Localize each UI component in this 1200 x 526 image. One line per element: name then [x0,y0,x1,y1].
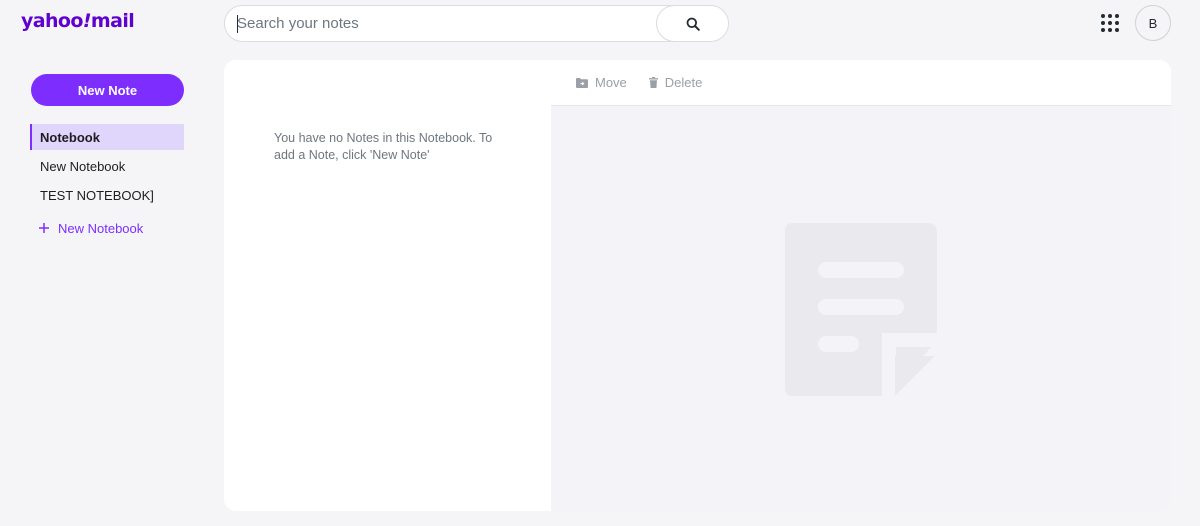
notes-panel: You have no Notes in this Notebook. To a… [224,60,1171,511]
plus-icon [39,223,49,233]
note-document-icon [785,223,937,396]
empty-notes-message: You have no Notes in this Notebook. To a… [274,131,493,162]
folder-move-icon [576,77,588,88]
logo-text-yahoo: yahoo [21,10,83,32]
move-button[interactable]: Move [576,75,627,90]
delete-button[interactable]: Delete [648,75,703,90]
apps-dot [1115,14,1119,18]
apps-dot [1108,28,1112,32]
add-notebook-label: New Notebook [58,220,144,236]
apps-dot [1101,21,1105,25]
avatar[interactable]: B [1135,5,1171,41]
search-bar [224,5,729,42]
apps-dot [1108,21,1112,25]
notebook-item-notebook[interactable]: Notebook [30,124,184,150]
trash-icon [648,77,658,88]
search-input[interactable] [225,6,657,41]
text-caret [237,15,238,33]
notebook-item-new-notebook[interactable]: New Notebook [30,153,184,179]
new-note-button[interactable]: New Note [31,74,184,106]
apps-grid-icon[interactable] [1099,12,1121,34]
notebook-list: Notebook New Notebook TEST NOTEBOOK] [30,124,184,211]
logo-text-mail: mail [90,10,135,32]
note-placeholder-area [551,106,1171,511]
notebook-item-label: Notebook [40,129,100,145]
apps-dot [1101,14,1105,18]
search-icon [686,17,700,31]
note-toolbar: Move Delete [551,60,1171,106]
move-label: Move [595,75,627,90]
notebook-item-label: New Notebook [40,158,126,174]
apps-dot [1108,14,1112,18]
notebook-item-test-notebook[interactable]: TEST NOTEBOOK] [30,182,184,208]
notebook-item-label: TEST NOTEBOOK] [40,187,154,203]
yahoo-mail-logo[interactable]: yahoo!mail [21,10,135,32]
apps-dot [1115,21,1119,25]
apps-dot [1101,28,1105,32]
logo-text-bang: ! [82,10,92,32]
delete-label: Delete [664,75,703,90]
add-notebook-button[interactable]: New Notebook [38,218,143,238]
search-button[interactable] [656,6,728,41]
note-detail-pane: Move Delete [551,60,1171,511]
apps-dot [1115,28,1119,32]
